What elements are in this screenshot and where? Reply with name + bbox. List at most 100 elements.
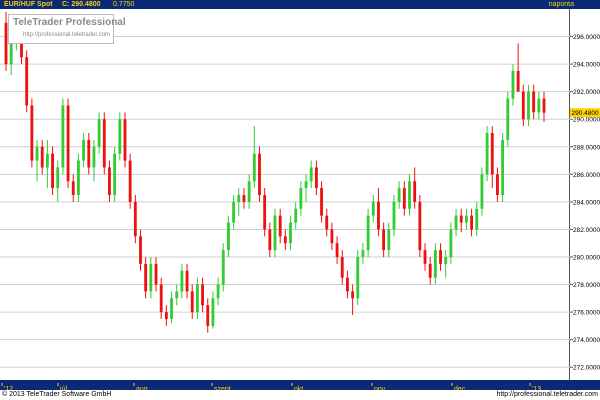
- candle-body: [268, 229, 272, 251]
- candle-body: [283, 236, 287, 244]
- candle-body: [423, 250, 427, 264]
- y-tick-label: 286.0000: [573, 172, 600, 179]
- y-tick-label: 272.0000: [573, 365, 600, 372]
- candle-body: [139, 236, 142, 264]
- candle-body: [30, 105, 34, 161]
- candle-body: [309, 167, 313, 182]
- candle-body: [377, 201, 380, 230]
- candle-body: [470, 215, 473, 230]
- candle-body: [113, 153, 117, 195]
- candle-body: [314, 167, 318, 189]
- candle-body: [154, 263, 158, 285]
- footer-url[interactable]: http://professional.teletrader.com: [496, 390, 598, 400]
- candle-body: [227, 222, 230, 251]
- period-label[interactable]: naponta: [549, 0, 574, 9]
- candle-body: [242, 195, 246, 202]
- candle-body: [366, 215, 370, 251]
- candle-body: [247, 181, 251, 202]
- y-tick-label: 280.0000: [573, 255, 600, 262]
- candle-body: [9, 43, 13, 65]
- last-price-label: 290.4800: [572, 110, 599, 117]
- candle-body: [273, 215, 277, 251]
- candle-body: [221, 250, 225, 285]
- candle-body: [108, 167, 111, 195]
- candle-body: [387, 229, 391, 251]
- candle-body: [382, 229, 386, 251]
- candle-body: [408, 181, 411, 209]
- y-tick-label: 288.0000: [573, 144, 600, 151]
- candle-body: [464, 215, 468, 223]
- logo-brand: TeleTrader Professional: [13, 17, 126, 28]
- candle-body: [361, 250, 365, 257]
- candle-body: [490, 133, 494, 175]
- candle-body: [480, 174, 484, 209]
- candle-body: [392, 201, 396, 230]
- candle-body: [289, 222, 292, 244]
- candle-body: [40, 146, 44, 168]
- candle-body: [496, 174, 499, 195]
- candle-body: [346, 277, 349, 292]
- candle-body: [304, 181, 308, 189]
- candle-body: [459, 215, 463, 223]
- candle-body: [542, 98, 546, 113]
- candle-body: [454, 215, 458, 230]
- candle-body: [325, 215, 329, 230]
- candle-body: [216, 284, 220, 299]
- candle-body: [351, 291, 355, 299]
- candle-body: [61, 105, 65, 168]
- y-tick-label: 296.0000: [573, 34, 600, 41]
- candle-body: [428, 263, 432, 278]
- candle-body: [330, 229, 334, 244]
- candle-body: [356, 257, 360, 299]
- candle-body: [149, 263, 153, 292]
- copyright-text: © 2013 TeleTrader Software GmbH: [2, 391, 112, 398]
- candle-body: [501, 139, 505, 195]
- footer: © 2013 TeleTrader Software GmbH http://p…: [0, 390, 600, 400]
- candle-body: [159, 284, 163, 313]
- candle-body: [92, 146, 96, 168]
- y-tick-label: 290.0000: [573, 117, 600, 124]
- candle-body: [164, 312, 168, 319]
- change-label: 0.7750: [113, 1, 135, 8]
- y-tick-label: 274.0000: [573, 337, 600, 344]
- candle-body: [439, 250, 442, 264]
- candle-body: [527, 91, 530, 120]
- teletrader-logo: TeleTrader Professional http://professio…: [8, 14, 126, 44]
- candle-body: [123, 119, 127, 161]
- candle-body: [320, 188, 323, 216]
- candle-body: [444, 257, 448, 264]
- candle-body: [537, 98, 541, 113]
- candle-body: [66, 105, 70, 182]
- candle-body: [485, 133, 489, 175]
- candle-body: [56, 167, 60, 189]
- candle-body: [371, 201, 375, 216]
- candle-body: [87, 139, 91, 168]
- candle-body: [278, 215, 282, 237]
- candle-body: [201, 284, 204, 306]
- candle-body: [506, 98, 510, 140]
- candle-body: [206, 305, 210, 326]
- candle-body: [335, 243, 339, 257]
- candle-body: [258, 153, 261, 195]
- candle-body: [118, 119, 122, 154]
- time-axis: '12júl.aug.szept.okt.nov.dec.'13: [0, 380, 600, 393]
- candle-body: [340, 257, 344, 278]
- candle-body: [51, 153, 54, 189]
- candle-body: [25, 57, 29, 106]
- candle-body: [532, 91, 536, 113]
- candle-body: [211, 298, 215, 326]
- candle-body: [97, 119, 101, 147]
- candle-body: [511, 71, 515, 99]
- candle-body: [190, 291, 194, 313]
- y-tick-label: 284.0000: [573, 199, 600, 206]
- candle-body: [195, 284, 199, 313]
- plot-area[interactable]: [0, 9, 570, 381]
- candle-body: [449, 229, 453, 257]
- candle-body: [232, 201, 236, 223]
- candle-body: [252, 153, 256, 182]
- candle-body: [35, 146, 39, 161]
- candle-body: [128, 160, 132, 202]
- candle-body: [475, 208, 479, 230]
- candle-body: [133, 201, 137, 237]
- y-tick-label: 276.0000: [573, 310, 600, 317]
